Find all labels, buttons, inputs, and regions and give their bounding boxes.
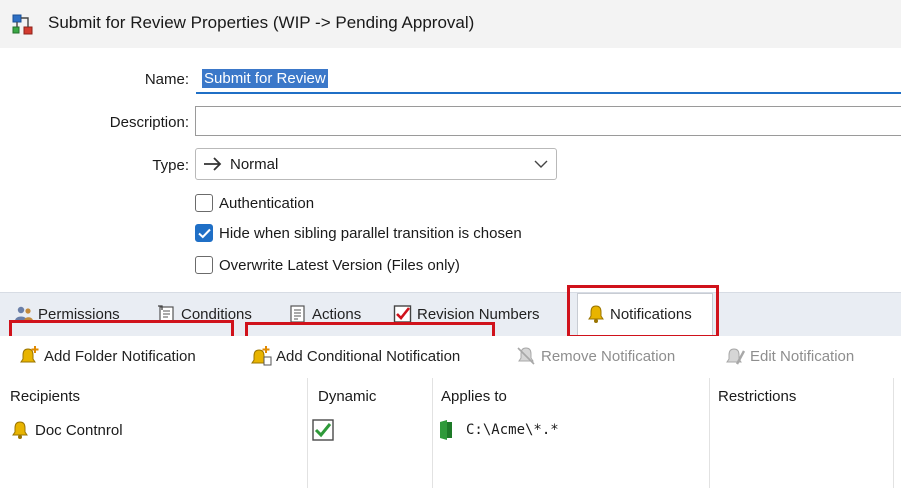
hide-sibling-label: Hide when sibling parallel transition is…: [219, 224, 522, 242]
table-row-recipient[interactable]: Doc Contnrol: [10, 418, 123, 442]
recipient-name: Doc Contnrol: [35, 421, 123, 439]
column-header-recipients[interactable]: Recipients: [10, 388, 80, 405]
column-header-restrictions[interactable]: Restrictions: [718, 388, 796, 405]
column-divider: [893, 378, 894, 488]
name-value: Submit for Review: [202, 69, 328, 88]
authentication-checkbox[interactable]: [195, 194, 213, 212]
notification-toolbar: Add Folder Notification Add Conditional …: [0, 336, 901, 378]
workflow-icon: [12, 14, 33, 35]
type-label: Type:: [152, 157, 189, 174]
add-conditional-notification-button[interactable]: Add Conditional Notification: [250, 344, 460, 368]
description-label: Description:: [109, 114, 189, 131]
overwrite-label: Overwrite Latest Version (Files only): [219, 256, 460, 274]
column-header-applies-to[interactable]: Applies to: [441, 388, 507, 405]
edit-notification-button[interactable]: Edit Notification: [724, 344, 854, 368]
add-folder-notification-label: Add Folder Notification: [44, 347, 196, 365]
remove-notification-button[interactable]: Remove Notification: [515, 344, 675, 368]
tab-label: Revision Numbers: [417, 305, 540, 323]
applies-to-path: C:\Acme\*.*: [466, 422, 559, 438]
authentication-checkbox-row[interactable]: Authentication: [195, 192, 314, 214]
bell-edit-icon: [726, 348, 746, 365]
checkmark-icon: [198, 228, 211, 239]
applies-to-cell[interactable]: C:\Acme\*.*: [438, 418, 559, 442]
column-divider: [307, 378, 308, 488]
edit-notification-label: Edit Notification: [750, 347, 855, 365]
add-conditional-notification-label: Add Conditional Notification: [276, 347, 461, 365]
tab-label: Actions: [312, 305, 362, 323]
properties-form: Name: Submit for Review Description: Typ…: [0, 48, 901, 292]
column-header-dynamic[interactable]: Dynamic: [318, 388, 376, 405]
bell-add-icon: [20, 346, 39, 363]
name-input[interactable]: Submit for Review: [196, 64, 901, 94]
type-value: Normal: [230, 156, 279, 173]
actions-icon: [290, 305, 305, 323]
remove-notification-label: Remove Notification: [541, 347, 676, 365]
type-select[interactable]: Normal: [195, 148, 557, 180]
authentication-label: Authentication: [219, 194, 315, 212]
bell-remove-icon: [517, 347, 535, 365]
highlight-box-notifications-tab: [567, 285, 719, 338]
window-title: Submit for Review Properties (WIP -> Pen…: [48, 13, 475, 32]
checkmark-icon: [312, 419, 334, 441]
chevron-down-icon[interactable]: [534, 159, 548, 169]
bell-conditional-icon: [251, 346, 272, 366]
overwrite-checkbox-row[interactable]: Overwrite Latest Version (Files only): [195, 254, 460, 276]
column-divider: [709, 378, 710, 488]
folder-vault-icon: [440, 420, 452, 440]
revision-icon: [393, 305, 412, 323]
arrow-right-icon: [204, 157, 222, 171]
hide-sibling-checkbox[interactable]: [195, 224, 213, 242]
column-divider: [432, 378, 433, 488]
name-label: Name:: [144, 71, 189, 88]
dynamic-checkbox[interactable]: [312, 418, 334, 442]
bell-icon: [12, 421, 28, 439]
title-bar: Submit for Review Properties (WIP -> Pen…: [0, 0, 901, 48]
notifications-grid: Recipients Dynamic Applies to Restrictio…: [0, 378, 901, 488]
overwrite-checkbox[interactable]: [195, 256, 213, 274]
description-input[interactable]: [195, 106, 901, 136]
add-folder-notification-button[interactable]: Add Folder Notification: [18, 344, 196, 368]
hide-sibling-checkbox-row[interactable]: Hide when sibling parallel transition is…: [195, 222, 522, 244]
